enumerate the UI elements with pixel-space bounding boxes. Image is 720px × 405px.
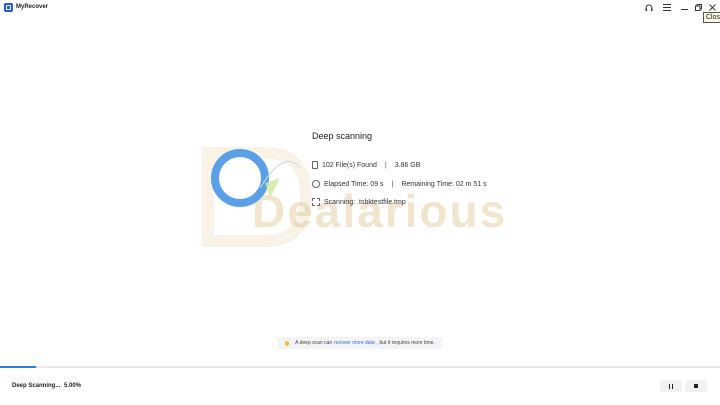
files-found-text: 102 File(s) Found: [322, 161, 377, 169]
scan-progress-fill: [0, 366, 36, 368]
scan-progress-bar: [0, 366, 720, 368]
current-file-row: Scanning: .tsbktestfile.tmp: [312, 198, 406, 206]
remaining-time-text: Remaining Time: 02 m 51 s: [401, 180, 487, 188]
separator: |: [384, 161, 387, 169]
close-tooltip: Close: [703, 12, 720, 23]
files-found-row: 102 File(s) Found | 3.86 GB: [312, 161, 420, 169]
time-row: Elapsed Time: 09 s | Remaining Time: 02 …: [312, 180, 487, 188]
tip-banner: A deep scan can recover more data , but …: [278, 337, 442, 349]
tip-suffix: , but it requires more time.: [376, 340, 435, 346]
pause-icon: [669, 383, 673, 389]
scan-wave-graphic: [259, 160, 301, 198]
title-bar: MyRecover: [0, 0, 720, 15]
file-icon: [312, 161, 318, 169]
scan-title: Deep scanning: [312, 131, 373, 141]
stop-icon: [694, 384, 698, 388]
files-size-text: 3.86 GB: [394, 161, 421, 169]
headset-support-icon[interactable]: [643, 2, 655, 13]
stop-button[interactable]: [685, 380, 707, 392]
tip-prefix: A deep scan can: [295, 340, 333, 346]
elapsed-time-text: Elapsed Time: 09 s: [324, 180, 384, 188]
clock-icon: [312, 180, 320, 188]
separator: |: [391, 180, 394, 188]
footer-percent: 5.00%: [64, 383, 82, 389]
app-title: MyRecover: [16, 4, 49, 10]
menu-icon[interactable]: [661, 2, 673, 13]
scan-icon: [312, 198, 320, 206]
recover-more-data-link[interactable]: recover more data: [334, 340, 375, 346]
minimize-icon[interactable]: [678, 2, 690, 13]
footer-status: Deep Scanning...: [12, 383, 61, 389]
current-file-text: Scanning: .tsbktestfile.tmp: [324, 198, 406, 206]
pause-button[interactable]: [660, 380, 682, 392]
app-logo-icon: [4, 3, 13, 12]
lightbulb-icon: [285, 340, 290, 346]
